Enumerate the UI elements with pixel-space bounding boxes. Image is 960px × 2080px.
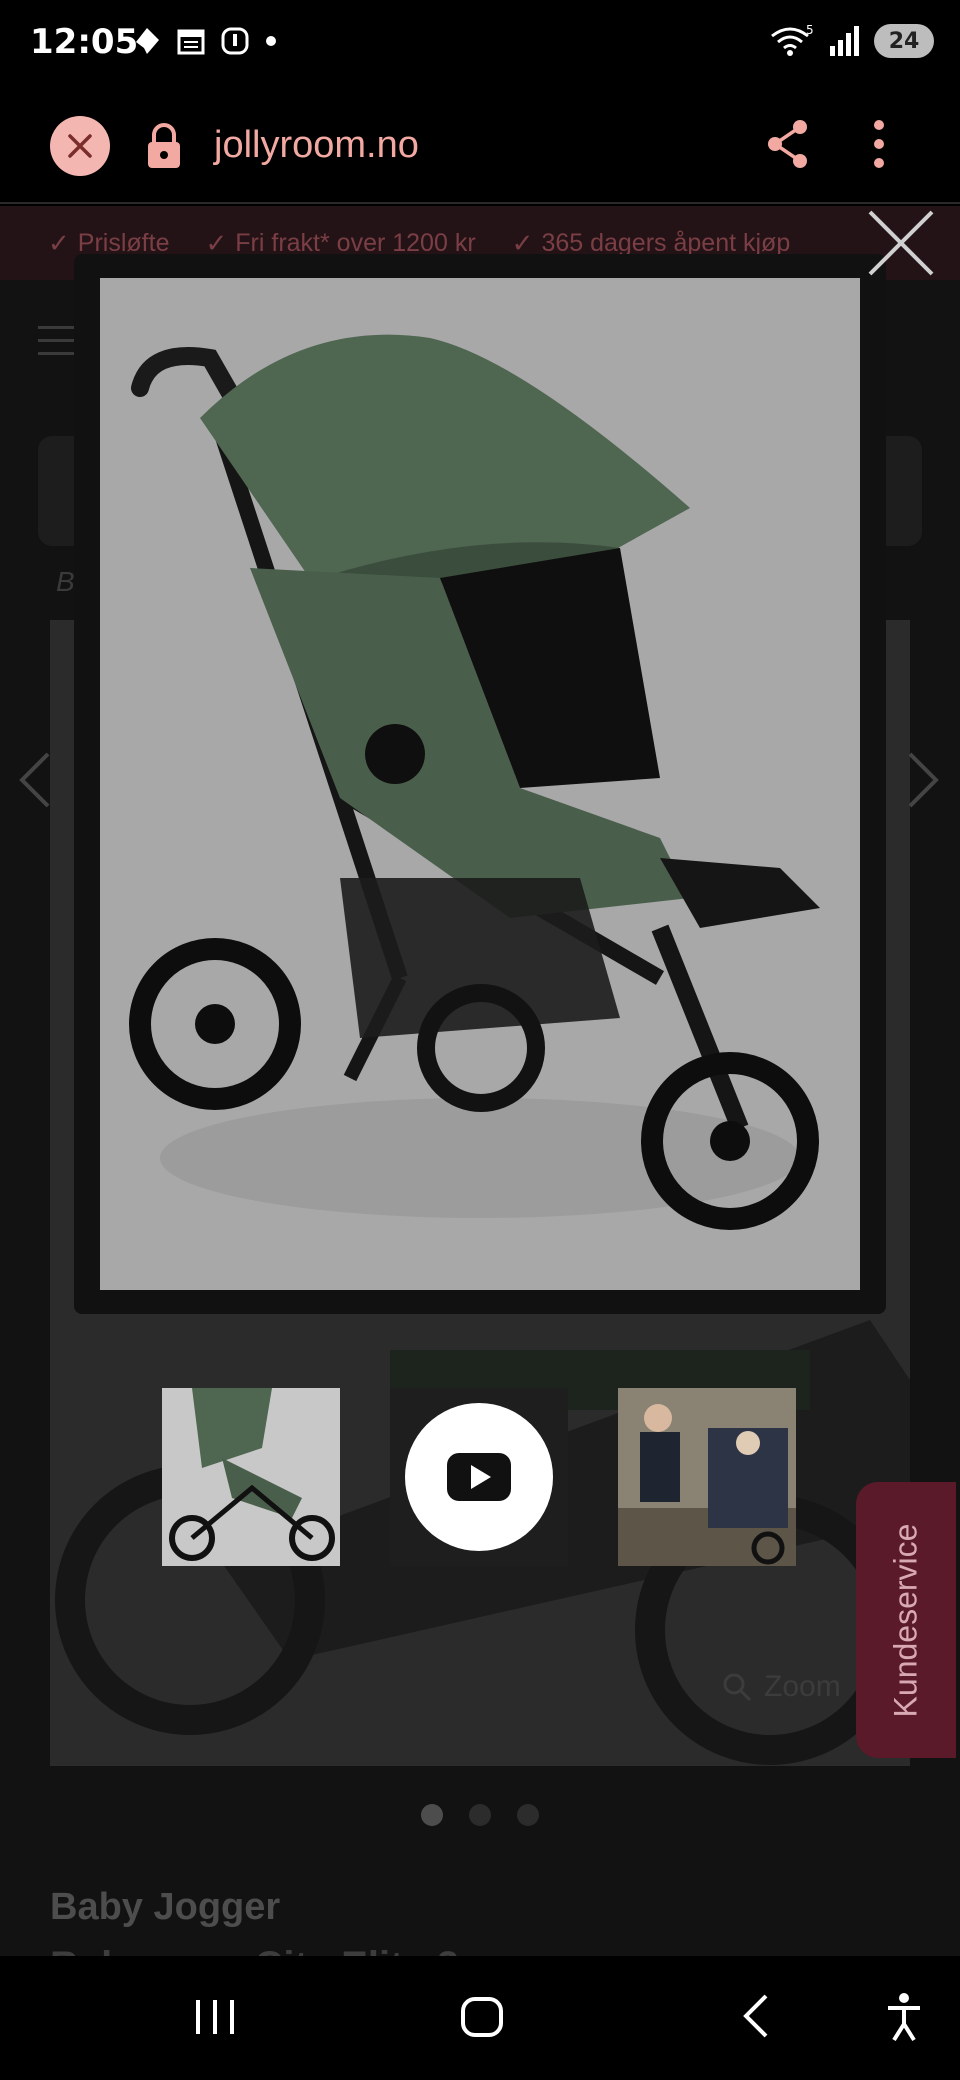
product-name: Babyvogn City Elite 2	[50, 1944, 459, 1956]
video-play-icon	[447, 1453, 511, 1501]
dot-icon	[266, 36, 276, 46]
recent-apps-icon[interactable]	[194, 1986, 236, 2046]
carousel-dots	[0, 1804, 960, 1826]
carousel-dot[interactable]	[421, 1804, 443, 1826]
system-nav-bar	[0, 1956, 960, 2080]
chevron-right-icon[interactable]	[906, 750, 942, 810]
hamburger-menu-icon[interactable]	[38, 326, 74, 356]
chevron-left-icon[interactable]	[16, 750, 52, 810]
brand-name[interactable]: Baby Jogger	[50, 1886, 280, 1929]
clock-icon	[221, 27, 249, 55]
home-icon[interactable]	[460, 1986, 504, 2046]
customer-service-label: Kundeservice	[887, 1523, 924, 1717]
status-system-icons: 5 24	[770, 24, 934, 58]
status-bar: 12:05 5 24	[0, 0, 960, 88]
carousel-dot[interactable]	[469, 1804, 491, 1826]
more-vertical-icon[interactable]	[872, 118, 886, 170]
accessibility-icon[interactable]	[886, 1986, 922, 2046]
stroller-green-image	[100, 278, 860, 1290]
share-icon[interactable]	[766, 118, 810, 170]
customer-service-button[interactable]: Kundeservice	[856, 1482, 956, 1758]
back-icon[interactable]	[738, 1986, 772, 2046]
status-notifications	[132, 26, 278, 56]
stroller-thumbnail[interactable]	[162, 1388, 340, 1566]
close-icon	[68, 134, 92, 158]
stroller-thumbnail-image	[162, 1388, 340, 1566]
video-play-button[interactable]	[405, 1403, 553, 1551]
signal-messenger-icon	[136, 28, 159, 54]
lightbox-main-image[interactable]	[100, 278, 860, 1290]
battery-icon: 24	[874, 24, 934, 58]
wifi-icon: 5	[771, 24, 814, 56]
video-thumbnail[interactable]	[390, 1388, 568, 1566]
url-text[interactable]: jollyroom.no	[214, 124, 419, 167]
browser-url-bar: jollyroom.no	[0, 88, 960, 204]
close-icon[interactable]	[866, 208, 936, 278]
zoom-button[interactable]: Zoom	[722, 1670, 841, 1704]
carousel-dot[interactable]	[517, 1804, 539, 1826]
breadcrumb[interactable]: B	[56, 566, 75, 598]
lock-icon	[148, 123, 180, 168]
cell-signal-icon	[830, 26, 859, 56]
calendar-icon	[177, 29, 205, 55]
zoom-label: Zoom	[764, 1670, 841, 1703]
status-time: 12:05	[30, 22, 139, 62]
svg-text:5: 5	[806, 24, 814, 37]
close-tab-button[interactable]	[50, 116, 110, 176]
lifestyle-thumbnail[interactable]	[618, 1388, 796, 1566]
search-icon	[723, 1673, 752, 1702]
check-icon: ✓	[48, 227, 70, 258]
lifestyle-thumbnail-image	[618, 1388, 796, 1566]
